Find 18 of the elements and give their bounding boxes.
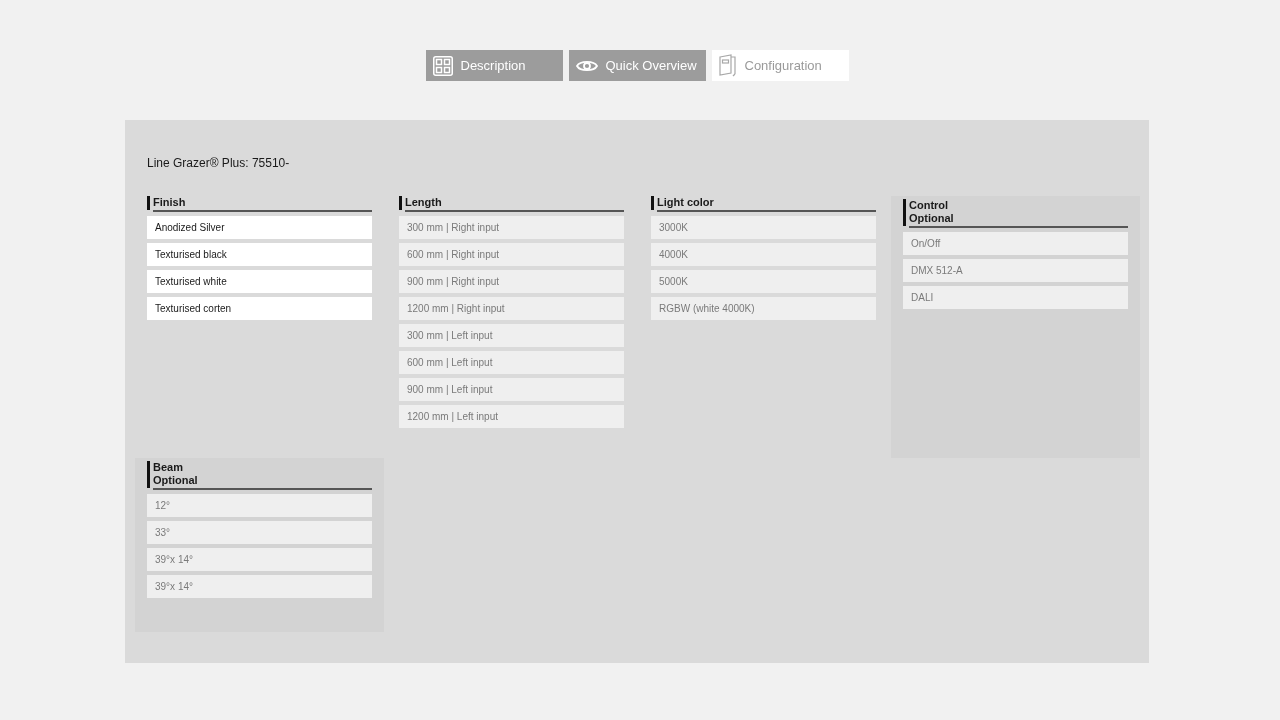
product-title: Line Grazer® Plus: 75510- xyxy=(147,156,290,170)
tab[interactable]: Configuration xyxy=(711,50,849,81)
group-title: Beam xyxy=(153,461,183,474)
document-icon xyxy=(718,53,737,78)
tab[interactable]: Description xyxy=(425,50,563,81)
group-title: Length xyxy=(405,196,442,209)
eye-icon xyxy=(575,58,598,73)
option-item[interactable]: Texturised white xyxy=(147,270,372,293)
group-subtitle: Optional xyxy=(909,212,954,225)
group-title: Control xyxy=(909,199,949,212)
group-subtitle: Optional xyxy=(153,474,198,487)
group-title: Finish xyxy=(153,196,186,209)
group-title: Light color xyxy=(657,196,714,209)
option-item[interactable]: Texturised black xyxy=(147,243,372,266)
option-item[interactable]: Anodized Silver xyxy=(147,216,372,239)
option-item[interactable]: Texturised corten xyxy=(147,297,372,320)
grid-icon xyxy=(432,55,453,76)
tab[interactable]: Quick Overview xyxy=(568,50,706,81)
